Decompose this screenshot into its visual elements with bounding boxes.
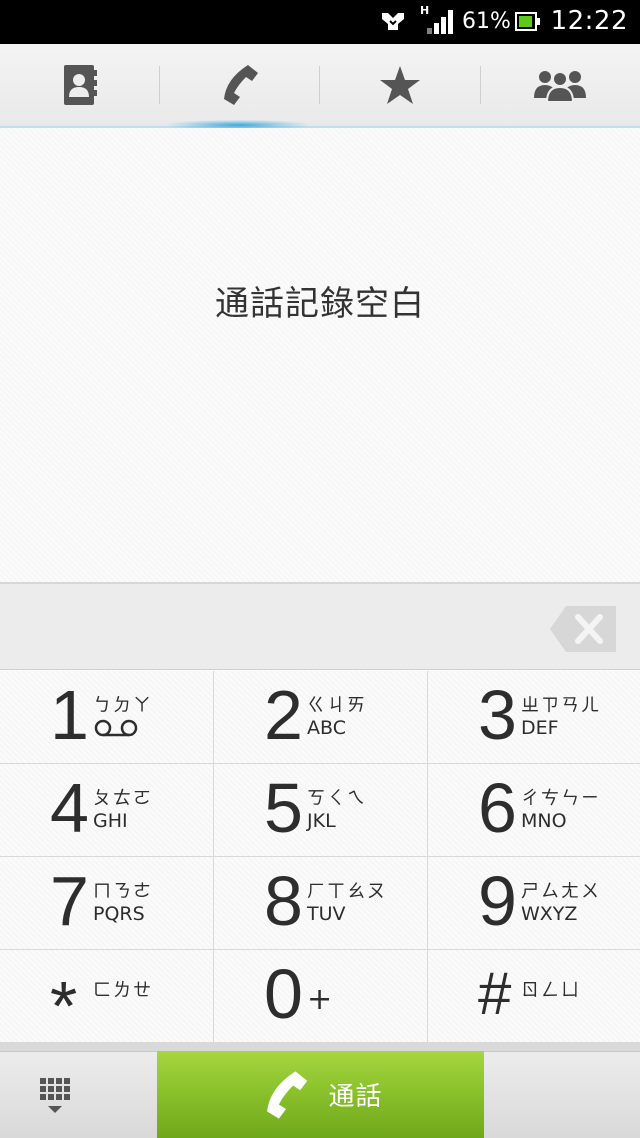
key-1[interactable]: 1 ㄅㄉㄚ	[0, 671, 213, 763]
key-digit: #	[478, 960, 512, 1027]
key-3[interactable]: 3 ㄓㄗㄢㄦ DEF	[428, 671, 640, 763]
key-zhuyin: ㄔㄘㄣㄧ	[521, 788, 601, 809]
key-8[interactable]: 8 ㄏㄒㄠㄡ TUV	[214, 857, 427, 949]
key-zhuyin: ㄅㄉㄚ	[93, 695, 153, 716]
key-digit: 1	[50, 676, 89, 754]
battery-icon	[515, 12, 537, 31]
key-letters: PQRS	[93, 903, 145, 925]
key-zhuyin: ㄆㄊㄛ	[93, 788, 153, 809]
key-2[interactable]: 2 ㄍㄐㄞ ABC	[214, 671, 427, 763]
status-bar: H 61% 12:22	[0, 0, 640, 44]
signal-icon	[427, 10, 453, 34]
phone-icon	[267, 1070, 308, 1119]
key-zhuyin: ㄖㄥㄩ	[521, 980, 581, 1001]
key-digit: 3	[478, 676, 517, 754]
contacts-icon	[64, 65, 97, 105]
key-hash[interactable]: # ㄖㄥㄩ	[428, 950, 640, 1042]
star-icon	[380, 66, 420, 104]
key-star[interactable]: * ㄈㄌㄝ	[0, 950, 213, 1045]
tab-call-log[interactable]	[160, 44, 320, 126]
key-symbol: +	[307, 982, 333, 1017]
tab-contacts[interactable]	[0, 44, 160, 126]
bottom-bar: 通話	[0, 1051, 640, 1138]
key-4[interactable]: 4 ㄆㄊㄛ GHI	[0, 764, 213, 856]
key-letters: DEF	[521, 717, 559, 739]
call-log-list: 通話記錄空白	[0, 128, 640, 582]
dialpad-toggle-button[interactable]	[0, 1051, 157, 1138]
groups-icon	[534, 71, 586, 102]
key-letters: GHI	[93, 810, 128, 832]
key-digit: 9	[478, 862, 517, 940]
key-digit: 5	[264, 769, 303, 847]
notification-icon	[382, 13, 404, 30]
bottom-bar-spacer	[484, 1051, 640, 1138]
key-5[interactable]: 5 ㄎㄑㄟ JKL	[214, 764, 427, 856]
key-zhuyin: ㄓㄗㄢㄦ	[521, 695, 601, 716]
battery-percent: 61%	[462, 9, 511, 34]
key-7[interactable]: 7 ㄇㄋㄜ PQRS	[0, 857, 213, 949]
phone-icon	[224, 65, 258, 105]
key-zhuyin: ㄍㄐㄞ	[307, 695, 367, 716]
key-digit: 0	[264, 955, 303, 1033]
tab-bar	[0, 44, 640, 130]
key-zhuyin: ㄏㄒㄠㄡ	[307, 881, 387, 902]
voicemail-icon	[94, 719, 138, 737]
key-0[interactable]: 0 +	[214, 950, 427, 1042]
key-letters: MNO	[521, 810, 567, 832]
key-digit: 4	[50, 769, 89, 847]
key-6[interactable]: 6 ㄔㄘㄣㄧ MNO	[428, 764, 640, 856]
clock: 12:22	[550, 6, 628, 36]
key-digit: 8	[264, 862, 303, 940]
key-letters: ABC	[307, 717, 346, 739]
key-9[interactable]: 9 ㄕㄙㄤㄨ WXYZ	[428, 857, 640, 949]
tab-favorites[interactable]	[320, 44, 480, 126]
key-zhuyin: ㄇㄋㄜ	[93, 881, 153, 902]
call-button[interactable]: 通話	[157, 1051, 484, 1138]
key-letters: WXYZ	[521, 903, 578, 925]
empty-call-log-message: 通話記錄空白	[215, 284, 425, 324]
dialpad: 1 ㄅㄉㄚ 2 ㄍㄐㄞ ABC 3 ㄓㄗㄢㄦ DEF 4 ㄆㄊㄛ GHI 5 ㄎ…	[0, 671, 640, 1051]
key-digit: *	[50, 967, 78, 1045]
tab-groups[interactable]	[480, 44, 640, 126]
backspace-icon[interactable]	[548, 604, 618, 654]
key-zhuyin: ㄎㄑㄟ	[307, 788, 367, 809]
key-zhuyin: ㄕㄙㄤㄨ	[521, 881, 601, 902]
key-zhuyin: ㄈㄌㄝ	[93, 980, 153, 1001]
key-letters: TUV	[307, 903, 346, 925]
key-digit: 7	[50, 862, 89, 940]
dial-number-field[interactable]	[0, 582, 640, 670]
key-letters: JKL	[307, 810, 336, 832]
key-digit: 6	[478, 769, 517, 847]
dialpad-icon	[40, 1078, 70, 1113]
key-digit: 2	[264, 676, 303, 754]
call-button-label: 通話	[328, 1082, 383, 1112]
